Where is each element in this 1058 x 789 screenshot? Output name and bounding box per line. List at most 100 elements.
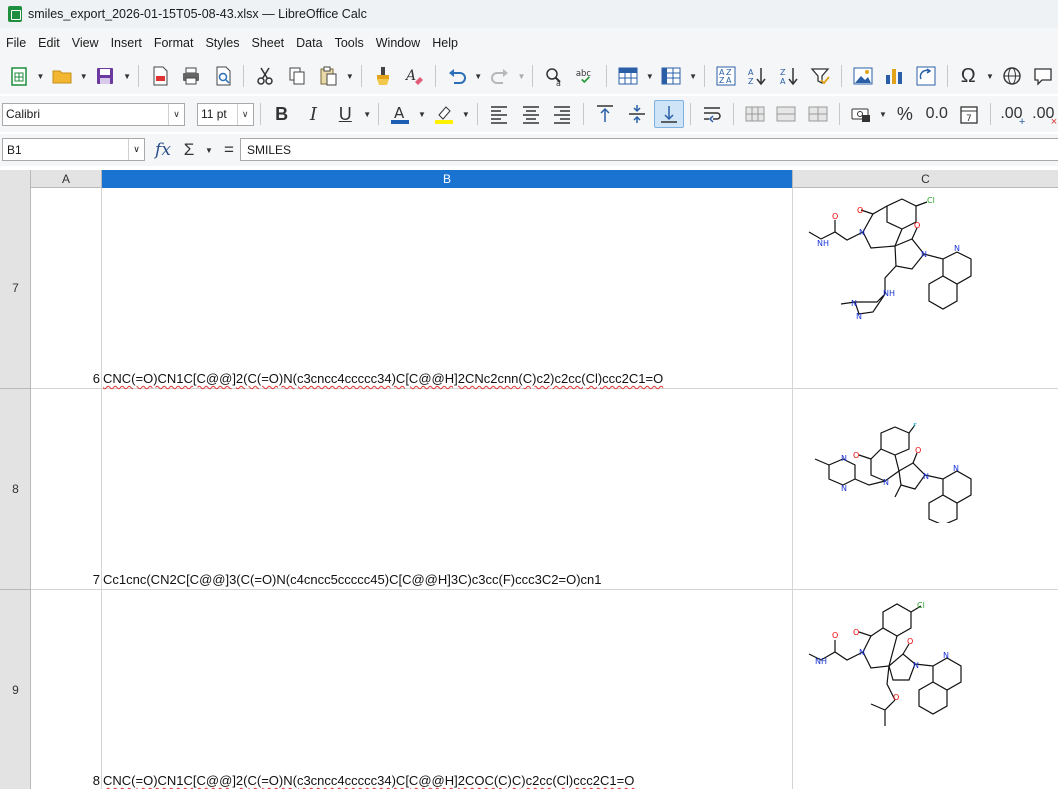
row-dropdown-arrow[interactable]: ▼ xyxy=(645,62,655,90)
font-name-combo[interactable]: Calibri ∨ xyxy=(2,102,186,126)
align-right-button[interactable] xyxy=(547,100,577,128)
delete-decimal-button[interactable]: .00 × xyxy=(1028,100,1058,128)
hyperlink-button[interactable] xyxy=(997,62,1027,90)
wrap-text-button[interactable] xyxy=(697,100,727,128)
save-button[interactable] xyxy=(91,62,121,90)
special-character-dropdown-arrow[interactable]: ▼ xyxy=(985,62,995,90)
cell-b7-smiles[interactable]: CNC(=O)CN1C[C@@]2(C(=O)N(c3cncc4ccccc34)… xyxy=(103,371,663,386)
row-header-9[interactable]: 9 xyxy=(0,590,31,789)
menu-file[interactable]: File xyxy=(0,36,32,50)
menu-data[interactable]: Data xyxy=(290,36,328,50)
chevron-down-icon[interactable]: ∨ xyxy=(168,103,184,125)
formula-equals-icon[interactable]: = xyxy=(218,138,240,162)
align-left-button[interactable] xyxy=(484,100,514,128)
sort-ascending-button[interactable]: AZ xyxy=(743,62,773,90)
currency-format-button[interactable] xyxy=(846,100,876,128)
unmerge-cells-button[interactable] xyxy=(803,100,833,128)
clear-formatting-button[interactable]: A xyxy=(399,62,429,90)
menu-sheet[interactable]: Sheet xyxy=(245,36,290,50)
undo-button[interactable] xyxy=(442,62,472,90)
sort-button[interactable]: AZZA xyxy=(711,62,741,90)
sum-icon[interactable]: Σ xyxy=(178,138,200,162)
align-top-button[interactable] xyxy=(590,100,620,128)
cut-button[interactable] xyxy=(250,62,280,90)
menu-window[interactable]: Window xyxy=(370,36,426,50)
paste-dropdown-arrow[interactable]: ▼ xyxy=(345,62,355,90)
chevron-down-icon[interactable]: ∨ xyxy=(236,103,253,125)
clone-formatting-button[interactable] xyxy=(368,62,398,90)
molecule-image-row-8[interactable]: F O N O N N N N xyxy=(799,420,979,526)
insert-image-button[interactable] xyxy=(848,62,878,90)
molecule-image-row-9[interactable]: Cl O N O NH O N N O xyxy=(799,598,979,743)
row-header-8[interactable]: 8 xyxy=(0,389,31,590)
cell-a9-index[interactable]: 8 xyxy=(82,773,100,788)
comment-button[interactable] xyxy=(1028,62,1058,90)
menu-help[interactable]: Help xyxy=(426,36,464,50)
molecule-image-row-7[interactable]: O N O NH O N N Cl NH N N xyxy=(799,194,979,324)
name-box[interactable]: B1 ∨ xyxy=(2,138,145,161)
menu-tools[interactable]: Tools xyxy=(329,36,370,50)
insert-chart-button[interactable] xyxy=(880,62,910,90)
row-button[interactable] xyxy=(613,62,643,90)
undo-dropdown-arrow[interactable]: ▼ xyxy=(473,62,483,90)
highlight-color-button[interactable] xyxy=(429,100,459,128)
formula-input[interactable]: SMILES xyxy=(240,138,1058,161)
column-dropdown-arrow[interactable]: ▼ xyxy=(688,62,698,90)
merge-center-button[interactable] xyxy=(740,100,770,128)
open-dropdown-arrow[interactable]: ▼ xyxy=(79,62,89,90)
paste-button[interactable] xyxy=(313,62,343,90)
redo-dropdown-arrow[interactable]: ▼ xyxy=(517,62,527,90)
save-dropdown-arrow[interactable]: ▼ xyxy=(122,62,132,90)
add-decimal-button[interactable]: .00 + xyxy=(997,100,1027,128)
cell-a7-index[interactable]: 6 xyxy=(82,371,100,386)
menu-format[interactable]: Format xyxy=(148,36,200,50)
chevron-down-icon[interactable]: ∨ xyxy=(128,139,144,160)
font-size-combo[interactable]: 11 pt ∨ xyxy=(196,102,254,126)
menu-insert[interactable]: Insert xyxy=(105,36,148,50)
italic-button[interactable]: I xyxy=(299,100,329,128)
merge-cells-button[interactable] xyxy=(772,100,802,128)
cell-b8-smiles[interactable]: Cc1cnc(CN2C[C@@]3(C(=O)N(c4cncc5ccccc45)… xyxy=(103,572,601,587)
row-header-7[interactable]: 7 xyxy=(0,188,31,389)
function-wizard-icon[interactable]: fx xyxy=(152,138,174,162)
cell-b9-smiles[interactable]: CNC(=O)CN1C[C@@]2(C(=O)N(c3cncc4ccccc34)… xyxy=(103,773,634,788)
spellcheck-button[interactable]: abc xyxy=(571,62,601,90)
underline-button[interactable]: U xyxy=(330,100,360,128)
align-bottom-button[interactable] xyxy=(653,100,684,128)
column-header-a[interactable]: A xyxy=(31,170,102,188)
new-dropdown-arrow[interactable]: ▼ xyxy=(36,62,46,90)
redo-button[interactable] xyxy=(485,62,515,90)
menu-edit[interactable]: Edit xyxy=(32,36,66,50)
special-character-button[interactable]: Ω xyxy=(953,62,983,90)
menu-styles[interactable]: Styles xyxy=(199,36,245,50)
number-format-button[interactable]: 0.0 xyxy=(922,100,952,128)
new-spreadsheet-button[interactable] xyxy=(4,62,34,90)
select-all-corner[interactable] xyxy=(0,170,31,188)
print-preview-button[interactable] xyxy=(208,62,238,90)
currency-dropdown-arrow[interactable]: ▼ xyxy=(878,100,888,128)
oxygen-label: O xyxy=(832,212,838,221)
menu-view[interactable]: View xyxy=(66,36,105,50)
find-replace-button[interactable]: a xyxy=(539,62,569,90)
copy-button[interactable] xyxy=(282,62,312,90)
bold-button[interactable]: B xyxy=(267,100,297,128)
print-button[interactable] xyxy=(176,62,206,90)
column-header-c[interactable]: C xyxy=(793,170,1058,188)
date-format-button[interactable]: 7 xyxy=(954,100,984,128)
font-color-dropdown-arrow[interactable]: ▼ xyxy=(417,100,427,128)
export-pdf-button[interactable] xyxy=(145,62,175,90)
cell-a8-index[interactable]: 7 xyxy=(82,572,100,587)
highlight-dropdown-arrow[interactable]: ▼ xyxy=(461,100,471,128)
sort-descending-button[interactable]: ZA xyxy=(774,62,804,90)
open-button[interactable] xyxy=(47,62,77,90)
align-center-button[interactable] xyxy=(516,100,546,128)
column-header-b[interactable]: B xyxy=(102,170,793,188)
pivot-table-button[interactable] xyxy=(911,62,941,90)
sum-dropdown-arrow[interactable]: ▼ xyxy=(204,138,214,162)
autofilter-button[interactable] xyxy=(806,62,836,90)
column-button[interactable] xyxy=(657,62,687,90)
font-color-button[interactable]: A xyxy=(385,100,415,128)
percent-format-button[interactable]: % xyxy=(890,100,920,128)
align-middle-button[interactable] xyxy=(622,100,652,128)
underline-dropdown-arrow[interactable]: ▼ xyxy=(362,100,372,128)
